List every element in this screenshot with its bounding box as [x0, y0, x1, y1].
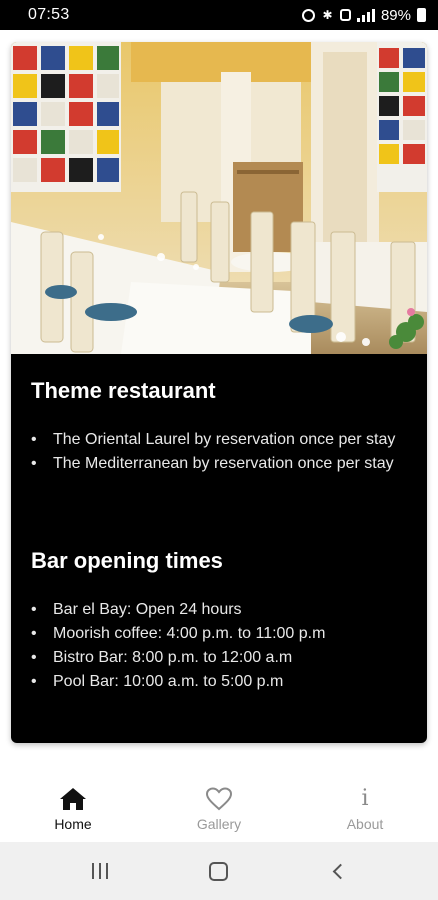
list-item: Bistro Bar: 8:00 p.m. to 12:00 a.m — [31, 646, 401, 670]
lock-icon — [339, 9, 351, 21]
nav-label-about: About — [346, 816, 384, 832]
system-navigation-bar — [0, 842, 438, 900]
back-button[interactable] — [318, 851, 358, 891]
list-item: Moorish coffee: 4:00 p.m. to 11:00 p.m — [31, 622, 401, 646]
nav-item-home[interactable]: Home — [0, 770, 146, 842]
bar-opening-times-list: Bar el Bay: Open 24 hours Moorish coffee… — [31, 598, 401, 694]
section-title-bar-opening-times: Bar opening times — [31, 548, 223, 573]
list-item: The Oriental Laurel by reservation once … — [31, 428, 401, 452]
recents-button[interactable] — [80, 851, 120, 891]
list-item: Pool Bar: 10:00 a.m. to 5:00 p.m — [31, 670, 401, 694]
nav-label-gallery: Gallery — [196, 816, 242, 832]
home-circle-icon — [209, 861, 229, 881]
battery-percent: 89% — [380, 6, 411, 24]
battery-icon — [417, 8, 426, 22]
info-card: Theme restaurant The Oriental Laurel by … — [11, 42, 427, 743]
nav-item-about[interactable]: i About — [292, 770, 438, 842]
system-home-button[interactable] — [199, 851, 239, 891]
heart-icon — [204, 786, 234, 812]
restaurant-photo — [11, 42, 427, 354]
bluetooth-icon: ✱ — [322, 7, 333, 22]
list-item: The Mediterranean by reservation once pe… — [31, 452, 401, 476]
status-bar: 07:53 ✱ 89% — [0, 0, 438, 30]
nav-label-home: Home — [54, 816, 92, 832]
back-icon — [332, 863, 349, 879]
info-icon: i — [361, 786, 369, 811]
bottom-navigation: Home Gallery i About — [0, 770, 438, 842]
alarm-icon — [301, 8, 315, 22]
theme-restaurant-list: The Oriental Laurel by reservation once … — [31, 428, 401, 476]
section-title-theme-restaurant: Theme restaurant — [31, 378, 216, 403]
status-time: 07:53 — [28, 6, 70, 23]
status-icons: ✱ 89% — [301, 6, 426, 24]
list-item: Bar el Bay: Open 24 hours — [31, 598, 401, 622]
recents-icon — [91, 863, 108, 879]
home-icon — [58, 786, 88, 812]
signal-icon — [356, 8, 375, 22]
nav-item-gallery[interactable]: Gallery — [146, 770, 292, 842]
